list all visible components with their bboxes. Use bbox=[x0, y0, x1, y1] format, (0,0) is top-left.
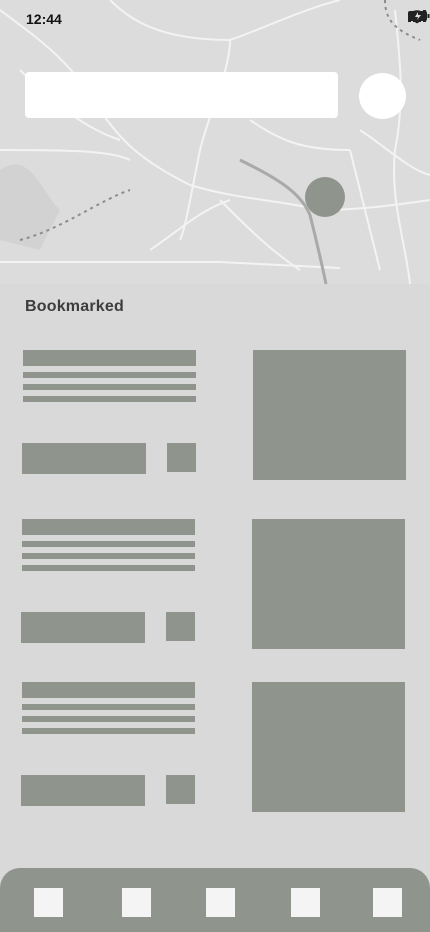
bookmark-action-button[interactable] bbox=[22, 443, 146, 474]
bookmark-image bbox=[252, 519, 405, 649]
map-view[interactable]: 12:44 bbox=[0, 0, 430, 284]
bookmark-text-line bbox=[22, 728, 195, 734]
bookmark-text-line bbox=[22, 541, 195, 547]
bookmark-text-line bbox=[23, 384, 196, 390]
bookmark-text-line bbox=[22, 716, 195, 722]
bookmark-action-button[interactable] bbox=[21, 775, 145, 806]
tab-5[interactable] bbox=[373, 888, 402, 917]
tab-3[interactable] bbox=[206, 888, 235, 917]
bookmark-text-line bbox=[23, 372, 196, 378]
bookmark-text-line bbox=[22, 553, 195, 559]
bookmark-icon-button[interactable] bbox=[166, 612, 195, 641]
location-marker[interactable] bbox=[305, 177, 345, 217]
map-roads bbox=[0, 0, 430, 284]
search-input[interactable] bbox=[25, 72, 338, 118]
tab-1[interactable] bbox=[34, 888, 63, 917]
bookmark-icon-button[interactable] bbox=[166, 775, 195, 804]
bookmark-icon-button[interactable] bbox=[167, 443, 196, 472]
bookmark-image bbox=[252, 682, 405, 812]
bookmark-text-line bbox=[23, 396, 196, 402]
section-title: Bookmarked bbox=[25, 298, 124, 315]
bookmark-image bbox=[253, 350, 406, 480]
bookmark-title-placeholder bbox=[23, 350, 196, 366]
status-bar: 12:44 bbox=[0, 0, 430, 40]
bookmark-title-placeholder bbox=[22, 519, 195, 535]
bookmark-text-line bbox=[22, 565, 195, 571]
profile-button[interactable] bbox=[359, 73, 406, 119]
bookmark-action-button[interactable] bbox=[21, 612, 145, 643]
bookmark-title-placeholder bbox=[22, 682, 195, 698]
tab-4[interactable] bbox=[291, 888, 320, 917]
status-time: 12:44 bbox=[26, 11, 62, 27]
battery-icon bbox=[408, 11, 430, 21]
bottom-tab-bar bbox=[0, 868, 430, 932]
tab-2[interactable] bbox=[122, 888, 151, 917]
bookmark-text-line bbox=[22, 704, 195, 710]
